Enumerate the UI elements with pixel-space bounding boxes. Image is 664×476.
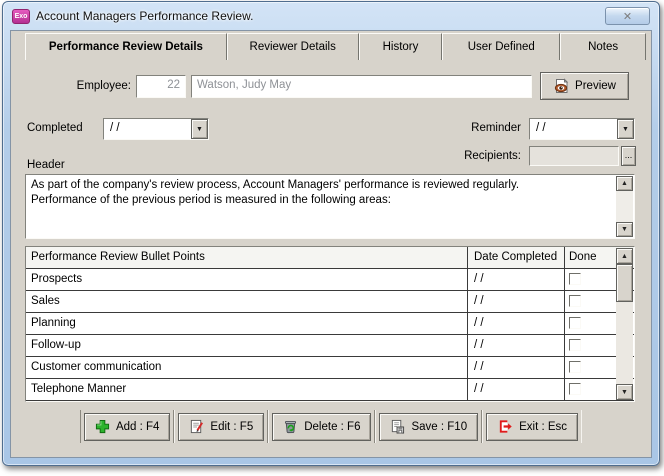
- date-cell[interactable]: / /: [468, 291, 565, 312]
- employee-id-field[interactable]: 22: [136, 75, 186, 98]
- toolbar-cell: Delete : F6: [268, 410, 375, 443]
- toolbar-cell: Add : F4: [80, 410, 174, 443]
- table-row[interactable]: Sales / /: [26, 291, 634, 313]
- date-cell[interactable]: / /: [468, 313, 565, 334]
- bullet-cell[interactable]: Customer communication: [26, 357, 468, 378]
- reminder-date-combobox[interactable]: / / ▼: [529, 118, 635, 140]
- exit-button-label: Exit : Esc: [519, 421, 567, 433]
- tab-notes[interactable]: Notes: [560, 33, 646, 60]
- header-label: Header: [27, 159, 65, 171]
- tab-strip: Performance Review Details Reviewer Deta…: [25, 33, 646, 60]
- toolbar-cell: Exit : Esc: [482, 410, 582, 443]
- exit-door-icon: [497, 419, 513, 434]
- add-button-label: Add : F4: [116, 421, 159, 433]
- dialog-window: Exo Account Managers Performance Review.…: [2, 1, 660, 466]
- bullet-cell[interactable]: Follow-up: [26, 335, 468, 356]
- table-row[interactable]: Telephone Manner / /: [26, 379, 634, 401]
- table-row[interactable]: Prospects / /: [26, 269, 634, 291]
- client-area: Performance Review Details Reviewer Deta…: [10, 30, 652, 458]
- table-row[interactable]: Planning / /: [26, 313, 634, 335]
- delete-button-label: Delete : F6: [304, 421, 360, 433]
- done-cell: [565, 269, 617, 290]
- exo-app-icon: Exo: [12, 9, 30, 24]
- delete-button[interactable]: Delete : F6: [272, 413, 371, 441]
- date-cell[interactable]: / /: [468, 379, 565, 400]
- save-button[interactable]: Save : F10: [379, 413, 478, 441]
- bullet-cell[interactable]: Sales: [26, 291, 468, 312]
- scroll-down-icon[interactable]: ▼: [616, 384, 633, 400]
- add-button[interactable]: Add : F4: [84, 413, 170, 441]
- title-bar: Exo Account Managers Performance Review.…: [3, 2, 659, 30]
- action-toolbar: Add : F4 Edit : F5: [11, 410, 651, 443]
- done-checkbox[interactable]: [569, 273, 581, 285]
- done-checkbox[interactable]: [569, 383, 581, 395]
- done-cell: [565, 335, 617, 356]
- column-header-bullet-points: Performance Review Bullet Points: [26, 247, 468, 268]
- done-checkbox[interactable]: [569, 339, 581, 351]
- close-button[interactable]: ✕: [605, 7, 650, 25]
- completed-date-combobox[interactable]: / / ▼: [103, 118, 209, 140]
- tab-user-defined[interactable]: User Defined: [442, 33, 560, 60]
- completed-date-value: / /: [104, 119, 191, 139]
- scrollbar-thumb[interactable]: [616, 264, 633, 302]
- employee-name-field[interactable]: Watson, Judy May: [191, 75, 532, 98]
- done-cell: [565, 357, 617, 378]
- tab-history[interactable]: History: [359, 33, 443, 60]
- date-cell[interactable]: / /: [468, 335, 565, 356]
- tab-reviewer-details[interactable]: Reviewer Details: [227, 33, 359, 60]
- edit-pencil-icon: [189, 419, 204, 434]
- completed-label: Completed: [27, 122, 83, 134]
- edit-button[interactable]: Edit : F5: [178, 413, 264, 441]
- delete-bin-icon: [283, 419, 298, 434]
- table-header-row: Performance Review Bullet Points Date Co…: [26, 247, 634, 269]
- bullet-cell[interactable]: Telephone Manner: [26, 379, 468, 400]
- toolbar-cell: Save : F10: [375, 410, 482, 443]
- date-cell[interactable]: / /: [468, 269, 565, 290]
- table-row[interactable]: Follow-up / /: [26, 335, 634, 357]
- done-checkbox[interactable]: [569, 295, 581, 307]
- save-disk-icon: [390, 419, 405, 434]
- window-title: Account Managers Performance Review.: [36, 9, 253, 23]
- column-header-done: Done: [565, 247, 617, 268]
- done-checkbox[interactable]: [569, 361, 581, 373]
- tab-performance-review-details[interactable]: Performance Review Details: [25, 33, 227, 60]
- employee-label: Employee:: [11, 80, 131, 92]
- add-plus-icon: [95, 419, 110, 434]
- chevron-down-icon[interactable]: ▼: [617, 119, 634, 139]
- header-text[interactable]: As part of the company's review process,…: [28, 177, 614, 236]
- recipients-field: [529, 146, 619, 166]
- save-button-label: Save : F10: [411, 421, 467, 433]
- recipients-label: Recipients:: [381, 150, 521, 162]
- bullet-points-table: Performance Review Bullet Points Date Co…: [25, 246, 635, 402]
- toolbar-cell: Edit : F5: [174, 410, 268, 443]
- done-cell: [565, 379, 617, 400]
- bullet-cell[interactable]: Planning: [26, 313, 468, 334]
- reminder-label: Reminder: [381, 122, 521, 134]
- reminder-date-value: / /: [530, 119, 617, 139]
- scroll-up-icon[interactable]: ▲: [616, 248, 633, 264]
- bullet-cell[interactable]: Prospects: [26, 269, 468, 290]
- scroll-up-icon[interactable]: ▲: [616, 176, 633, 191]
- table-row[interactable]: Customer communication / /: [26, 357, 634, 379]
- date-cell[interactable]: / /: [468, 357, 565, 378]
- scroll-down-icon[interactable]: ▼: [616, 222, 633, 237]
- recipients-browse-button[interactable]: ...: [621, 146, 636, 166]
- done-cell: [565, 313, 617, 334]
- preview-button[interactable]: Preview: [540, 72, 629, 100]
- column-header-date-completed: Date Completed: [468, 247, 565, 268]
- edit-button-label: Edit : F5: [210, 421, 253, 433]
- preview-eye-icon: [553, 78, 570, 94]
- done-cell: [565, 291, 617, 312]
- done-checkbox[interactable]: [569, 317, 581, 329]
- chevron-down-icon[interactable]: ▼: [191, 119, 208, 139]
- preview-button-label: Preview: [575, 80, 616, 92]
- table-scrollbar[interactable]: ▲ ▼: [616, 248, 633, 400]
- exit-button[interactable]: Exit : Esc: [486, 413, 578, 441]
- header-scrollbar[interactable]: ▲ ▼: [616, 176, 633, 237]
- header-textbox[interactable]: As part of the company's review process,…: [25, 174, 635, 239]
